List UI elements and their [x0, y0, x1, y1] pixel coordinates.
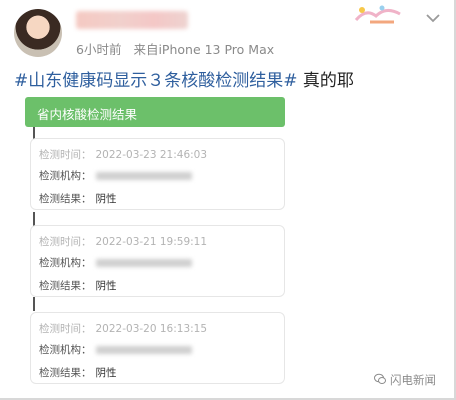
record-time-row: 检测时间： 2022-03-21 19:59:11 — [39, 234, 207, 249]
test-record: 检测时间： 2022-03-21 19:59:11 检测机构： 检测结果： 阴性 — [30, 225, 285, 297]
org-label: 检测机构： — [39, 170, 92, 182]
time-label: 检测时间： — [39, 236, 92, 248]
timeline-connector — [33, 212, 35, 226]
weibo-post-screenshot: 6小时前 来自iPhone 13 Pro Max #山东健康码显示３条核酸检测结… — [0, 0, 456, 400]
record-time-row: 检测时间： 2022-03-20 16:13:15 — [39, 321, 207, 336]
post-source: 来自iPhone 13 Pro Max — [133, 42, 275, 57]
time-label: 检测时间： — [39, 149, 92, 161]
wechat-icon — [374, 373, 386, 384]
blurred-org-value — [95, 172, 192, 180]
blurred-org-value — [95, 346, 192, 354]
result-value: 阴性 — [95, 367, 117, 379]
timeline-connector — [33, 297, 35, 311]
post-time: 6小时前 — [76, 42, 122, 57]
result-label: 检测结果： — [39, 193, 92, 205]
sticker-decoration — [354, 5, 401, 24]
test-record: 检测时间： 2022-03-20 16:13:15 检测机构： 检测结果： 阴性 — [30, 312, 285, 384]
blurred-org-value — [95, 259, 192, 267]
result-label: 检测结果： — [39, 367, 92, 379]
post-comment: 真的耶 — [297, 71, 354, 91]
record-result-row: 检测结果： 阴性 — [39, 365, 117, 380]
result-card-header: 省内核酸检测结果 — [25, 97, 285, 127]
org-label: 检测机构： — [39, 257, 92, 269]
post-text: #山东健康码显示３条核酸检测结果# 真的耶 — [14, 66, 354, 91]
watermark-text: 闪电新闻 — [390, 373, 436, 387]
result-value: 阴性 — [95, 280, 117, 292]
record-org-row: 检测机构： — [39, 255, 192, 270]
result-label: 检测结果： — [39, 280, 92, 292]
time-value: 2022-03-21 19:59:11 — [95, 236, 208, 248]
record-org-row: 检测机构： — [39, 168, 192, 183]
time-value: 2022-03-20 16:13:15 — [95, 323, 208, 335]
org-label: 检测机构： — [39, 344, 92, 356]
hashtag-link[interactable]: #山东健康码显示３条核酸检测结果# — [14, 71, 298, 91]
result-card-title: 省内核酸检测结果 — [37, 107, 138, 122]
record-result-row: 检测结果： 阴性 — [39, 191, 117, 206]
record-org-row: 检测机构： — [39, 342, 192, 357]
chevron-down-icon[interactable] — [425, 12, 441, 24]
blurred-username[interactable] — [76, 11, 188, 29]
source-watermark: 闪电新闻 — [374, 372, 436, 388]
time-label: 检测时间： — [39, 323, 92, 335]
post-meta: 6小时前 来自iPhone 13 Pro Max — [76, 39, 274, 58]
user-avatar[interactable] — [14, 9, 62, 57]
result-value: 阴性 — [95, 193, 117, 205]
record-result-row: 检测结果： 阴性 — [39, 278, 117, 293]
test-record: 检测时间： 2022-03-23 21:46:03 检测机构： 检测结果： 阴性 — [30, 138, 285, 210]
time-value: 2022-03-23 21:46:03 — [95, 149, 208, 161]
record-time-row: 检测时间： 2022-03-23 21:46:03 — [39, 147, 207, 162]
